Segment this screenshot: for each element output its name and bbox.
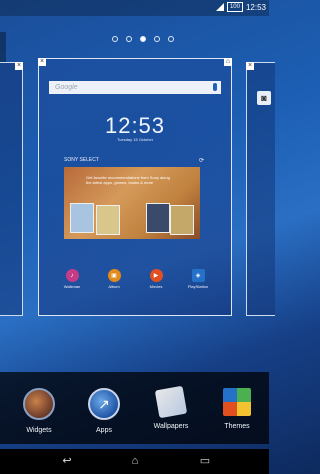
remove-panel-icon[interactable]: × [38, 58, 46, 66]
walkman-icon: ♪ [65, 269, 79, 282]
search-placeholder: Google [55, 84, 78, 91]
google-search-bar[interactable]: Google [49, 81, 221, 94]
homescreen-panel-current[interactable]: × ⌂ Google 12:53 Tuesday 15 October SONY… [38, 58, 232, 316]
battery-icon: 100 [226, 2, 243, 12]
page-dot [154, 36, 160, 42]
dock-label: Apps [96, 427, 112, 434]
date-label: Tuesday 15 October [116, 137, 154, 142]
app-label: Movies [149, 284, 163, 289]
promo-thumbnail [70, 203, 94, 233]
status-time: 12:53 [245, 2, 266, 12]
themes-icon [223, 388, 251, 416]
app-label: Album [108, 284, 120, 289]
apps-icon: ↗ [88, 388, 120, 420]
sony-select-title: SONY SELECT [64, 157, 99, 163]
apps-button[interactable]: ↗ Apps [79, 388, 129, 434]
widgets-icon [23, 388, 55, 420]
refresh-icon[interactable]: ⟳ [199, 157, 204, 164]
playstation-icon: ◈ [191, 269, 205, 282]
dock-label: Widgets [26, 427, 52, 434]
app-label: PlayStation [187, 284, 209, 289]
page-dot [112, 36, 118, 42]
app-shortcuts-row: ♪ Walkman ▣ Album ▶ Movies ◈ PlayStation [57, 269, 213, 289]
left-edge-shade [0, 32, 6, 62]
promo-thumbnail [96, 205, 120, 235]
page-dot [126, 36, 132, 42]
app-shortcut-album[interactable]: ▣ Album [99, 269, 129, 289]
remove-panel-icon[interactable]: × [246, 62, 254, 70]
dock-label: Wallpapers [153, 423, 189, 430]
widgets-button[interactable]: Widgets [14, 388, 64, 434]
album-icon: ▣ [107, 269, 121, 282]
sony-select-header: SONY SELECT ⟳ [64, 157, 204, 164]
clock-widget[interactable]: 12:53 [39, 113, 231, 139]
signal-icon [215, 3, 224, 11]
back-icon[interactable]: ↩ [60, 455, 74, 467]
app-label: Walkman [63, 284, 81, 289]
camera-app-icon[interactable]: ◙ [257, 91, 271, 105]
remove-panel-icon[interactable]: × [15, 62, 23, 70]
status-icons: 100 12:53 [215, 2, 266, 12]
homescreen-panel-left[interactable]: × [0, 62, 23, 316]
recents-icon[interactable]: ▭ [198, 455, 212, 467]
page-dot-active [140, 36, 146, 42]
themes-button[interactable]: Themes [212, 388, 262, 430]
home-icon[interactable]: ⌂ [128, 455, 142, 467]
promo-thumbnail [146, 203, 170, 233]
promo-thumbnail [170, 205, 194, 235]
sony-select-widget[interactable]: Get favorite recommendations from Sony a… [64, 167, 200, 239]
wallpapers-button[interactable]: Wallpapers [146, 385, 196, 430]
app-shortcut-walkman[interactable]: ♪ Walkman [57, 269, 87, 289]
page-dot [168, 36, 174, 42]
page-indicator [112, 36, 174, 42]
app-shortcut-playstation[interactable]: ◈ PlayStation [183, 269, 213, 289]
homescreen-panel-right[interactable]: × ◙ [246, 62, 275, 316]
widget-promo-text: Get favorite recommendations from Sony a… [86, 175, 170, 185]
customize-dock: Widgets ↗ Apps Wallpapers Themes [0, 372, 269, 444]
microphone-icon[interactable] [213, 83, 217, 91]
movies-icon: ▶ [149, 269, 163, 282]
home-panel-icon[interactable]: ⌂ [224, 58, 232, 66]
wallpapers-icon [154, 385, 188, 419]
app-shortcut-movies[interactable]: ▶ Movies [141, 269, 171, 289]
dock-label: Themes [224, 423, 250, 430]
navigation-bar: ↩ ⌂ ▭ [0, 449, 269, 474]
status-bar: 100 12:53 [0, 0, 269, 16]
